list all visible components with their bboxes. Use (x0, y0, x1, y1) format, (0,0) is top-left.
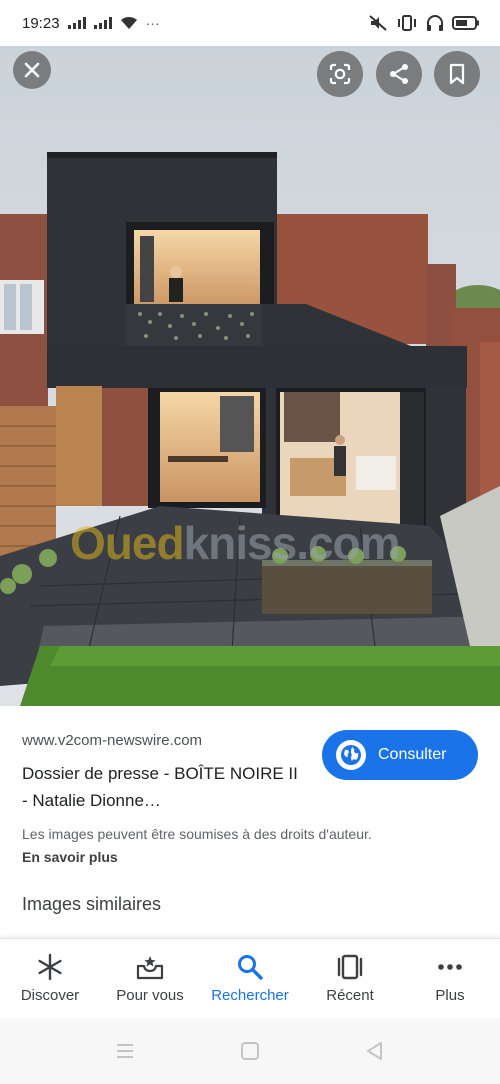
result-image[interactable]: Ouedkniss.com (0, 46, 500, 706)
nav-plus[interactable]: Plus (400, 939, 500, 1018)
search-icon (236, 953, 264, 981)
google-image-viewer: 19:23 ··· Ouedkniss.com www.v2com-newswi… (0, 0, 500, 1084)
nav-pour-vous[interactable]: Pour vous (100, 939, 200, 1018)
source-url[interactable]: www.v2com-newswire.com (22, 732, 202, 749)
house-photo (0, 46, 500, 706)
back-system-button[interactable] (313, 1041, 438, 1061)
globe-icon (336, 740, 366, 770)
nav-recent[interactable]: Récent (300, 939, 400, 1018)
asterisk-icon (36, 953, 64, 981)
visit-button[interactable]: Consulter (322, 730, 478, 780)
headphones-icon (427, 15, 443, 31)
learn-more-link[interactable]: En savoir plus (22, 849, 118, 865)
close-icon (24, 62, 40, 78)
status-dots: ··· (145, 15, 160, 31)
back-triangle-icon (367, 1042, 382, 1060)
result-title[interactable]: Dossier de presse - BOÎTE NOIRE II - Nat… (22, 760, 307, 814)
nav-label: Rechercher (211, 987, 289, 1004)
wifi-icon (120, 16, 137, 29)
inbox-star-icon (135, 953, 165, 981)
status-time: 19:23 (22, 14, 60, 32)
nav-discover[interactable]: Discover (0, 939, 100, 1018)
system-navigation-bar (0, 1018, 500, 1084)
visit-button-label: Consulter (378, 746, 447, 763)
nav-label: Discover (20, 987, 80, 1004)
share-icon (390, 64, 408, 84)
status-left: 19:23 ··· (22, 15, 160, 32)
home-system-button[interactable] (188, 1041, 313, 1061)
signal-icon (93, 17, 112, 29)
watermark-part1: Oued (70, 517, 185, 569)
battery-icon (452, 16, 479, 30)
recents-system-button[interactable] (63, 1042, 188, 1060)
share-button[interactable] (376, 51, 422, 97)
nav-label: Pour vous (116, 987, 184, 1004)
more-dots-icon (436, 953, 464, 981)
copyright-notice: Les images peuvent être soumises à des d… (22, 826, 372, 842)
result-info-panel: www.v2com-newswire.com Dossier de presse… (0, 706, 500, 938)
mute-icon (369, 15, 387, 31)
nav-label: Récent (326, 987, 374, 1004)
save-collection-button[interactable] (434, 51, 480, 97)
lens-icon (329, 63, 351, 85)
similar-images-heading: Images similaires (22, 894, 162, 914)
watermark: Ouedkniss.com (70, 516, 401, 570)
status-bar: 19:23 ··· (0, 0, 500, 46)
status-right (368, 14, 480, 32)
nav-rechercher[interactable]: Rechercher (200, 939, 300, 1018)
google-lens-button[interactable] (317, 51, 363, 97)
close-button[interactable] (13, 51, 51, 89)
signal-icon (67, 17, 86, 29)
menu-lines-icon (117, 1044, 133, 1058)
bottom-navigation: Discover Pour vous Rechercher Récent Plu… (0, 938, 500, 1018)
nav-label: Plus (435, 987, 465, 1004)
home-square-icon (241, 1042, 259, 1060)
watermark-part2: kniss.com (183, 517, 401, 569)
vibrate-icon (398, 15, 416, 31)
recent-tabs-icon (335, 953, 365, 981)
bookmark-icon (449, 63, 465, 85)
